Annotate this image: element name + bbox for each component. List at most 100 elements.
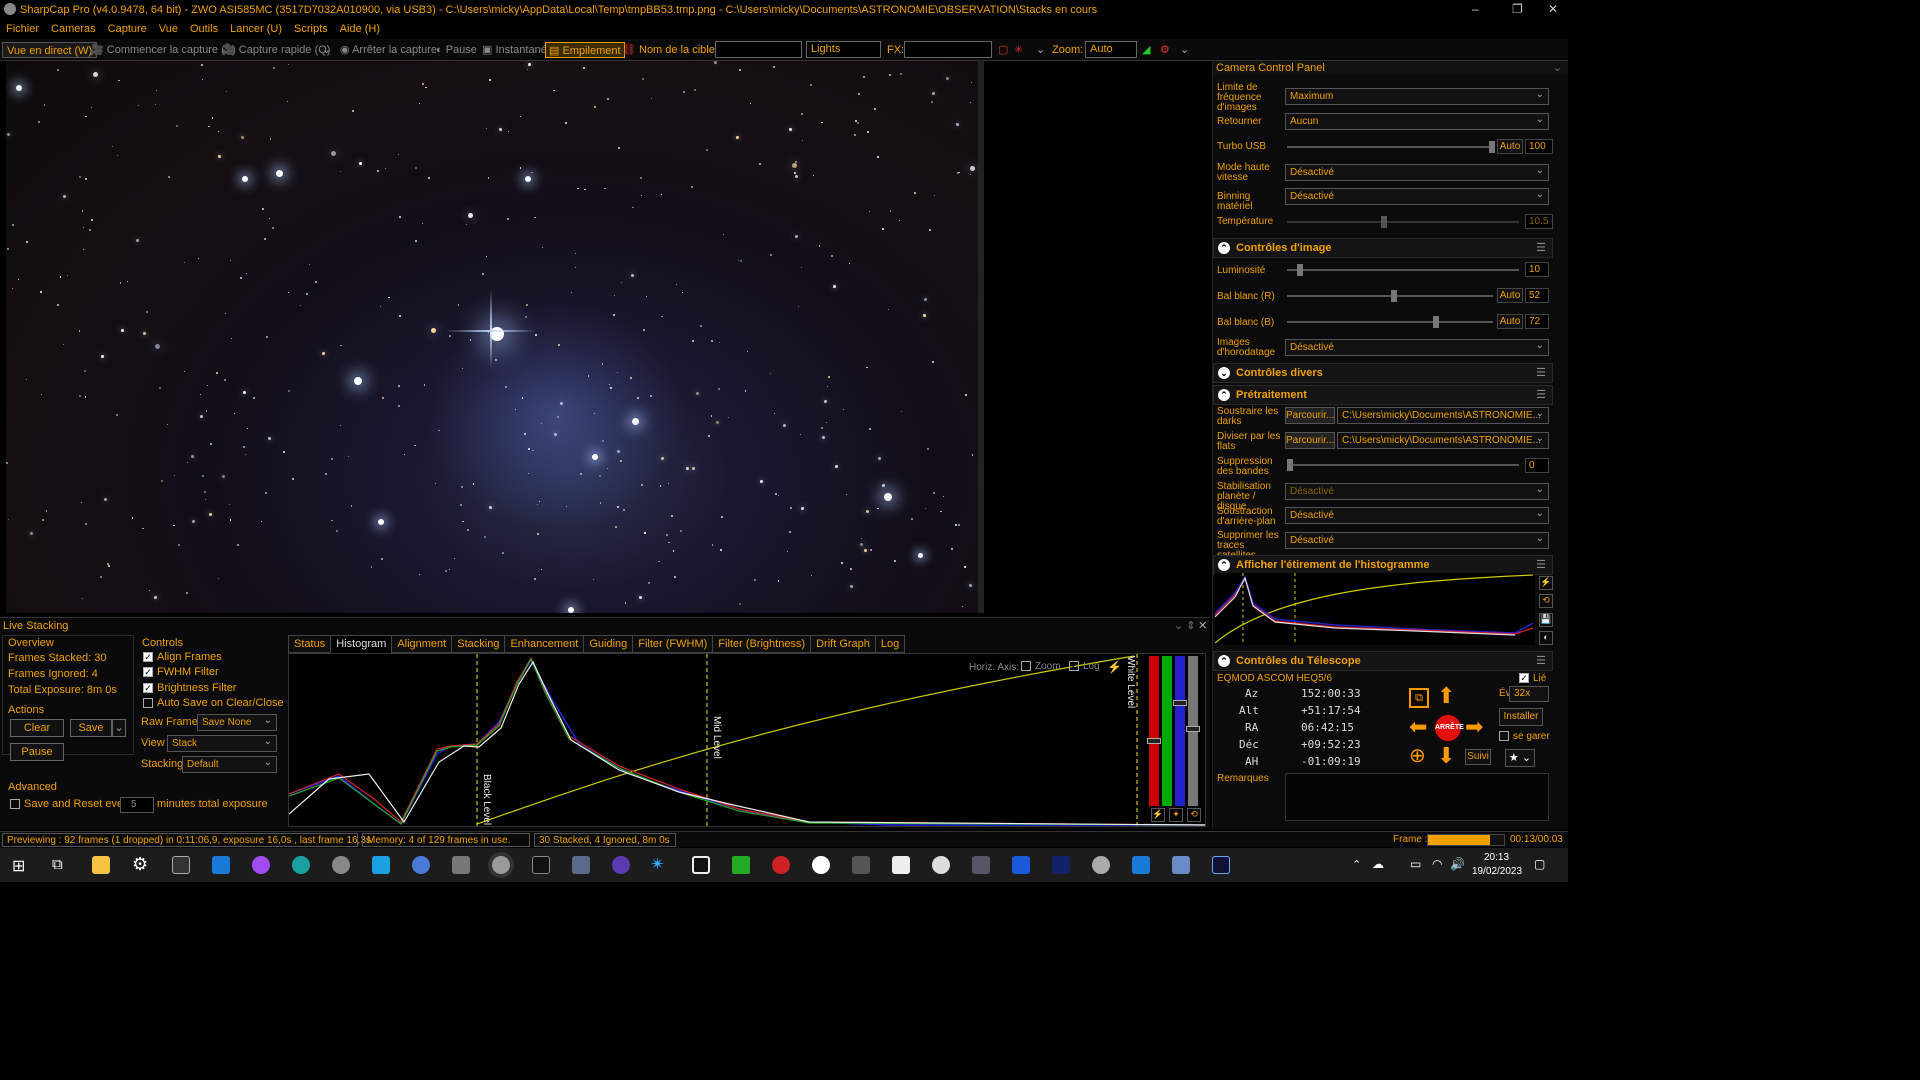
menu-icon[interactable]: ☰ — [1536, 239, 1546, 257]
autosave-checkbox[interactable]: Auto Save on Clear/Close — [143, 697, 284, 709]
app-icon[interactable] — [572, 856, 590, 874]
goto-icon[interactable]: ⧉ — [1409, 688, 1429, 708]
wb-blue-slider[interactable] — [1287, 316, 1493, 328]
red-level-bar[interactable] — [1149, 656, 1159, 806]
save-reset-minutes-input[interactable]: 5 — [120, 797, 154, 813]
align-frames-checkbox[interactable]: ✓ Align Frames — [143, 651, 222, 663]
wb-blue-value[interactable]: 72 — [1525, 314, 1549, 329]
tab-log[interactable]: Log — [874, 635, 906, 653]
tab-stacking[interactable]: Stacking — [451, 635, 506, 653]
quick-capture-dropdown-icon[interactable]: ⌄ — [322, 42, 331, 58]
view-select[interactable]: Stack — [167, 734, 277, 752]
panel-options-icon[interactable]: ⌄ ⇕ — [1174, 619, 1196, 632]
settings-icon[interactable]: ⚙ — [132, 854, 148, 875]
preprocessing-header[interactable]: ⌃ Prétraitement ☰ — [1213, 385, 1553, 405]
fx-select[interactable] — [904, 41, 992, 58]
file-explorer-icon[interactable] — [92, 856, 110, 874]
high-speed-select[interactable]: Désactivé — [1285, 163, 1549, 181]
linked-checkbox[interactable]: ✓ Lié — [1519, 673, 1546, 684]
app-icon[interactable] — [772, 856, 790, 874]
binning-select[interactable]: Désactivé — [1285, 187, 1549, 205]
browse-darks-button[interactable]: Parcourir... — [1285, 407, 1335, 424]
expand-icon[interactable]: ⌄ — [1218, 367, 1230, 379]
luminosity-value[interactable]: 10 — [1525, 262, 1549, 277]
satellite-select[interactable]: Désactivé — [1285, 531, 1549, 549]
browse-flats-button[interactable]: Parcourir... — [1285, 432, 1335, 449]
tab-filter-fwhm[interactable]: Filter (FWHM) — [632, 635, 714, 653]
misc-controls-header[interactable]: ⌄ Contrôles divers ☰ — [1213, 363, 1553, 383]
setup-button[interactable]: Installer — [1499, 708, 1543, 726]
stellarium-icon[interactable] — [612, 856, 630, 874]
app-icon[interactable] — [412, 856, 430, 874]
menu-icon[interactable]: ☰ — [1536, 652, 1546, 670]
tray-chevron-icon[interactable]: ⌃ — [1352, 858, 1361, 871]
save-reset-checkbox[interactable]: Save and Reset every — [10, 798, 132, 810]
flats-path-select[interactable]: C:\Users\micky\Documents\ASTRONOMIE... — [1337, 431, 1549, 449]
windows-start-icon[interactable]: ⊞ — [12, 856, 25, 876]
zoom-checkbox[interactable]: Zoom — [1021, 661, 1061, 672]
pause-button[interactable]: ◐ Pause — [436, 42, 477, 58]
wb-red-value[interactable]: 52 — [1525, 288, 1549, 303]
target-name-input[interactable] — [715, 41, 802, 58]
quick-capture-button[interactable]: 🎥 Capture rapide (Q) — [222, 42, 330, 58]
menu-capture[interactable]: Capture — [108, 23, 147, 35]
stop-capture-button[interactable]: ◉ Arrêter la capture — [340, 42, 437, 58]
stack-button[interactable]: ▤ Empilement — [545, 42, 625, 58]
image-controls-header[interactable]: ⌃ Contrôles d'image ☰ — [1213, 238, 1553, 258]
tab-histogram[interactable]: Histogram — [330, 635, 393, 653]
app-icon[interactable] — [1212, 856, 1230, 874]
histogram-graph[interactable] — [289, 654, 1205, 826]
rate-select[interactable]: 32x — [1509, 686, 1549, 702]
more-dropdown-icon[interactable]: ⌄ — [1180, 42, 1189, 58]
pause-stacking-button[interactable]: Pause — [10, 743, 64, 761]
tab-alignment[interactable]: Alignment — [391, 635, 453, 653]
close-icon[interactable]: ✕ — [1548, 2, 1558, 16]
usb-turbo-auto[interactable]: Auto — [1497, 139, 1523, 154]
volume-icon[interactable]: 🔊 — [1450, 857, 1465, 871]
snapshot-button[interactable]: ▣ Instantané — [482, 42, 547, 58]
app-icon[interactable] — [972, 856, 990, 874]
arrow-right-icon[interactable]: ➡ — [1465, 716, 1483, 738]
telescope-controls-header[interactable]: ⌃ Contrôles du Télescope ☰ — [1213, 651, 1553, 671]
menu-icon[interactable]: ☰ — [1536, 556, 1546, 574]
app-icon[interactable] — [732, 856, 750, 874]
usb-turbo-value[interactable]: 100 — [1525, 139, 1553, 154]
tab-enhancement[interactable]: Enhancement — [504, 635, 585, 653]
settings-gear-icon[interactable]: ⚙ — [1160, 42, 1170, 58]
star-app-icon[interactable]: ✴ — [650, 854, 665, 875]
favorite-star-icon[interactable]: ★ ⌄ — [1505, 749, 1535, 767]
menu-icon[interactable]: ☰ — [1536, 364, 1546, 382]
menu-help[interactable]: Aide (H) — [340, 23, 380, 35]
clear-button[interactable]: Clear — [10, 719, 64, 737]
notes-input[interactable] — [1285, 773, 1549, 821]
task-view-icon[interactable]: ⧉ — [52, 856, 63, 873]
messenger-icon[interactable] — [252, 856, 270, 874]
frame-rate-select[interactable]: Maximum — [1285, 87, 1549, 105]
camera-image[interactable] — [6, 61, 982, 613]
mail-icon[interactable] — [212, 856, 230, 874]
usb-turbo-slider[interactable] — [1287, 141, 1495, 153]
auto-level-icon[interactable]: ⚡ — [1151, 808, 1165, 822]
auto-stretch-icon[interactable]: ⚡ — [1539, 576, 1553, 590]
save-button[interactable]: Save — [70, 719, 112, 737]
collapse-icon[interactable]: ⌃ — [1218, 559, 1230, 571]
tab-drift-graph[interactable]: Drift Graph — [810, 635, 876, 653]
app-icon[interactable] — [1132, 856, 1150, 874]
app-icon[interactable] — [1012, 856, 1030, 874]
collapse-icon[interactable]: ⌃ — [1218, 389, 1230, 401]
app-icon[interactable] — [1052, 856, 1070, 874]
blue-level-bar[interactable] — [1175, 656, 1185, 806]
stacking-select[interactable]: Default — [182, 755, 277, 773]
reticle-icon[interactable]: ▢ — [998, 42, 1008, 58]
banding-value[interactable]: 0 — [1525, 458, 1549, 473]
wb-red-auto[interactable]: Auto — [1497, 288, 1523, 303]
histogram-stretch-header[interactable]: ⌃ Afficher l'étirement de l'histogramme ☰ — [1213, 555, 1553, 575]
fwhm-filter-checkbox[interactable]: ✓ FWHM Filter — [143, 666, 219, 678]
wb-blue-auto[interactable]: Auto — [1497, 314, 1523, 329]
luminosity-slider[interactable] — [1287, 264, 1519, 276]
raw-frames-select[interactable]: Save None — [197, 713, 277, 731]
timestamp-select[interactable]: Désactivé — [1285, 338, 1549, 356]
menu-file[interactable]: Fichier — [6, 23, 39, 35]
tab-guiding[interactable]: Guiding — [583, 635, 634, 653]
app-icon[interactable] — [812, 856, 830, 874]
